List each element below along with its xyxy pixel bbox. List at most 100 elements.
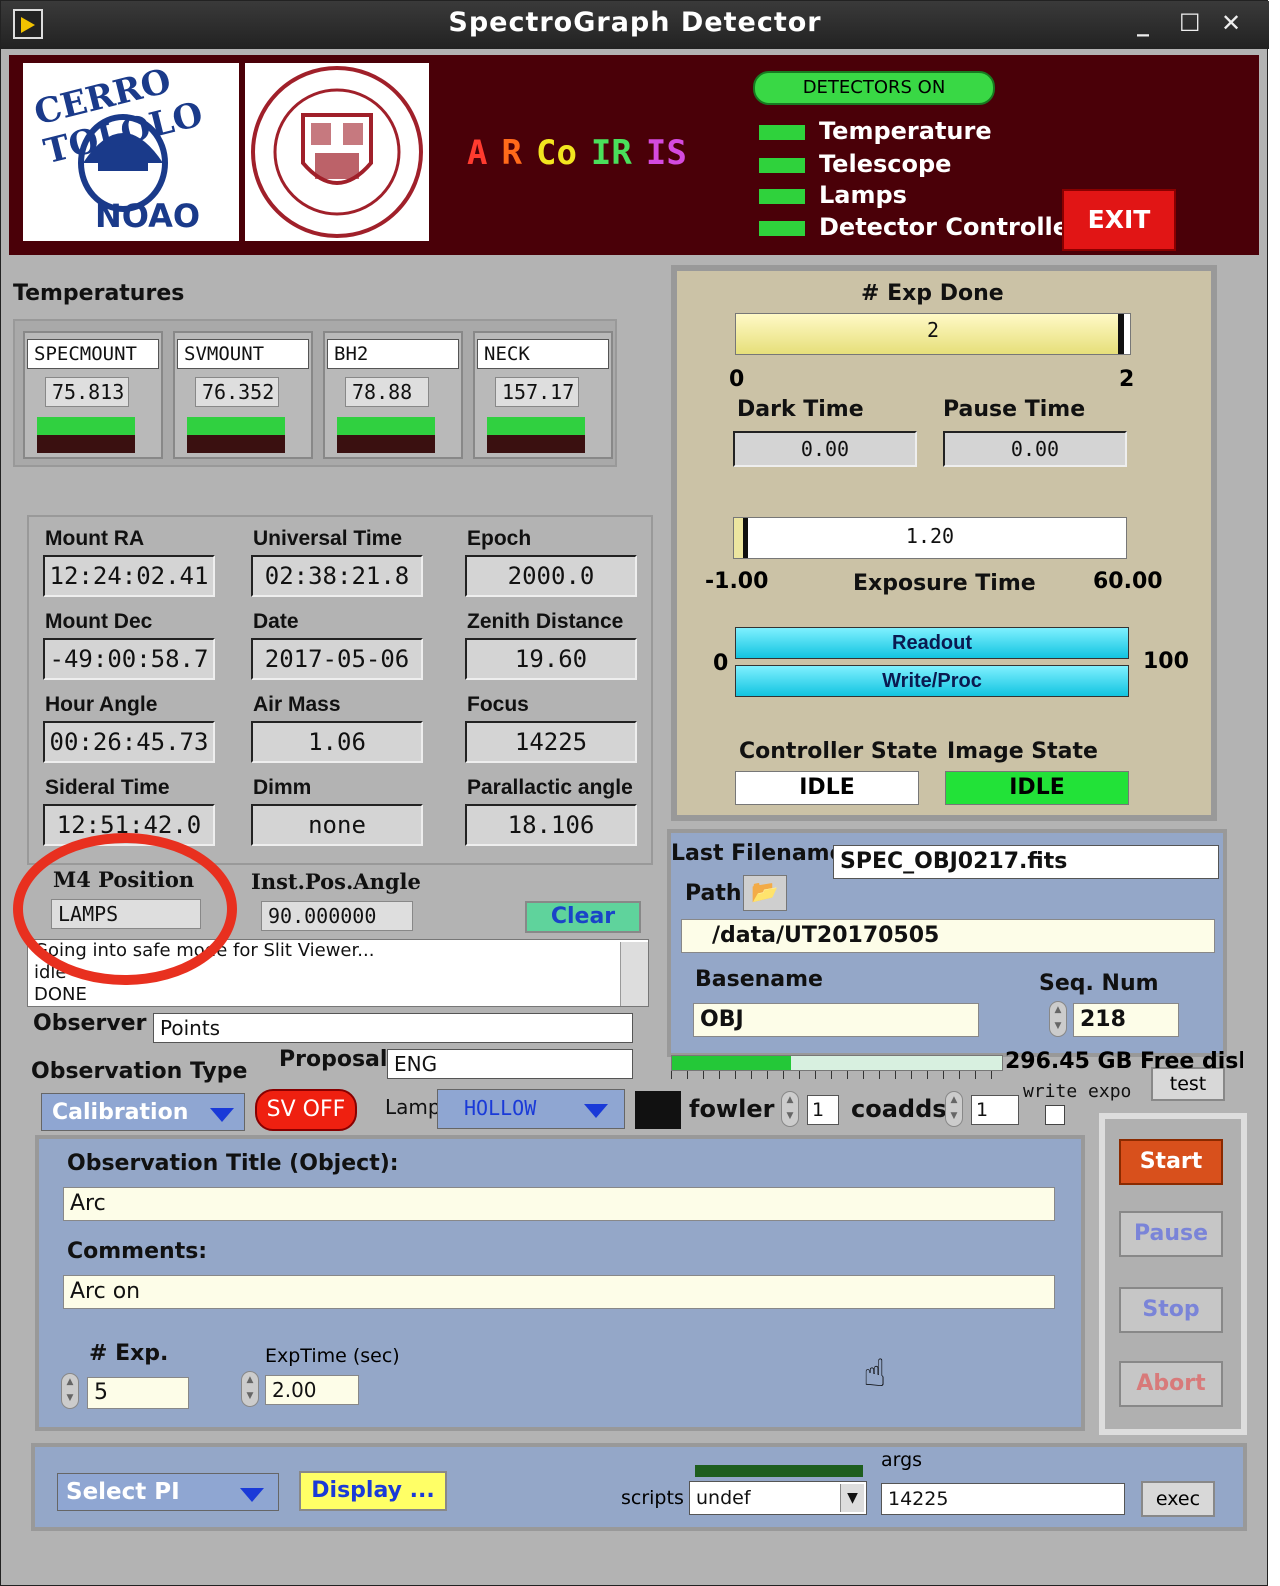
telemetry-value: 00:26:45.73 <box>43 721 215 763</box>
coadds-input[interactable]: 1 <box>971 1095 1019 1125</box>
disk-ticks <box>671 1071 1003 1079</box>
arcoiris-letter: IS <box>645 133 687 173</box>
num-exp-stepper[interactable]: ▲ ▼ <box>61 1373 79 1409</box>
minimize-button[interactable]: _ <box>1137 9 1149 37</box>
coadds-stepper[interactable]: ▲ ▼ <box>945 1091 963 1127</box>
telemetry-label: Epoch <box>467 527 532 550</box>
ctio-logo: CERRO TOLOLO NOAO <box>23 61 239 241</box>
telemetry-value: 12:24:02.41 <box>43 555 215 597</box>
temp-sensor-value: 157.17 <box>495 377 579 407</box>
lamp-label: Lamp <box>385 1095 441 1119</box>
path-label: Path <box>685 881 742 906</box>
seq-num-stepper[interactable]: ▲ ▼ <box>1049 1001 1067 1037</box>
inst-pos-angle-label: Inst.Pos.Angle <box>251 869 421 894</box>
lamp-select[interactable]: HOLLOW <box>437 1089 625 1129</box>
pause-time-value: 0.00 <box>943 431 1127 467</box>
temp-level-bar <box>37 417 135 435</box>
telemetry-value: 02:38:21.8 <box>251 555 423 597</box>
telemetry-value: 1.06 <box>251 721 423 763</box>
observer-label: Observer <box>33 1011 147 1036</box>
telemetry-value: 2000.0 <box>465 555 637 597</box>
close-button[interactable]: ✕ <box>1221 9 1241 37</box>
exec-button[interactable]: exec <box>1141 1481 1215 1517</box>
start-button[interactable]: Start <box>1119 1139 1223 1185</box>
args-input[interactable]: 14225 <box>881 1483 1125 1515</box>
basename-input[interactable]: OBJ <box>693 1003 979 1037</box>
exit-button[interactable]: EXIT <box>1062 189 1176 251</box>
pause-button[interactable]: Pause <box>1119 1211 1223 1257</box>
noao-logo-text: NOAO <box>95 197 201 235</box>
chevron-down-icon: ▼ <box>840 1484 864 1512</box>
disk-usage-bar <box>671 1055 1003 1071</box>
folder-open-icon[interactable]: 📂 <box>743 875 787 911</box>
maximize-button[interactable]: ☐ <box>1179 9 1201 37</box>
last-filename-value: SPEC_OBJ0217.fits <box>833 845 1219 879</box>
fowler-stepper[interactable]: ▲ ▼ <box>781 1091 799 1127</box>
clear-log-button[interactable]: Clear <box>525 901 641 933</box>
temperatures-title: Temperatures <box>13 281 185 306</box>
hand-cursor-icon: ☝ <box>863 1351 887 1395</box>
detectors-on-indicator: DETECTORS ON <box>753 71 995 105</box>
temp-level-base <box>337 435 435 453</box>
temp-sensor-name: BH2 <box>327 339 459 369</box>
temp-sensor-name: NECK <box>477 339 609 369</box>
coadds-label: coadds <box>851 1095 947 1123</box>
proposal-input[interactable]: ENG <box>387 1049 633 1079</box>
annotation-circle <box>13 833 237 985</box>
observation-type-select[interactable]: Calibration <box>41 1093 245 1131</box>
telemetry-label: Focus <box>467 693 529 716</box>
telemetry-label: Hour Angle <box>45 693 158 716</box>
obs-title-label: Observation Title (Object): <box>67 1151 399 1176</box>
free-disk-label: 296.45 GB Free disk <box>1005 1049 1243 1074</box>
exp-done-label: # Exp Done <box>861 281 1004 306</box>
telemetry-label: Dimm <box>253 776 312 799</box>
display-button[interactable]: Display ... <box>299 1471 447 1511</box>
disk-usage-fill <box>672 1056 791 1070</box>
telemetry-label: Mount Dec <box>45 610 153 633</box>
num-exp-label: # Exp. <box>89 1341 169 1366</box>
seq-num-input[interactable]: 218 <box>1073 1003 1179 1037</box>
telemetry-value: 14225 <box>465 721 637 763</box>
temp-sensor-card: NECK 157.17 <box>473 331 613 459</box>
seq-num-label: Seq. Num <box>1039 971 1159 996</box>
stop-button[interactable]: Stop <box>1119 1287 1223 1333</box>
basename-label: Basename <box>695 967 823 992</box>
abort-button[interactable]: Abort <box>1119 1361 1223 1407</box>
chevron-down-icon <box>210 1108 234 1122</box>
dark-time-label: Dark Time <box>737 397 864 422</box>
readout-max: 100 <box>1143 649 1189 674</box>
log-scrollbar[interactable] <box>620 942 648 1006</box>
pause-time-label: Pause Time <box>943 397 1086 422</box>
controller-state-label: Controller State <box>739 739 938 764</box>
scripts-select[interactable]: undef ▼ <box>689 1481 867 1515</box>
led-icon <box>759 124 805 140</box>
log-line: DONE <box>34 984 87 1005</box>
num-exp-input[interactable]: 5 <box>87 1377 189 1409</box>
exp-done-value: 2 <box>926 318 940 342</box>
temp-sensor-value: 78.88 <box>345 377 429 407</box>
exptime-stepper[interactable]: ▲ ▼ <box>241 1371 259 1407</box>
script-status-bar <box>695 1465 863 1477</box>
fowler-input[interactable]: 1 <box>807 1095 839 1125</box>
exp-done-min: 0 <box>729 367 745 392</box>
scripts-label: scripts <box>621 1487 684 1509</box>
chevron-down-icon <box>240 1488 264 1502</box>
exposure-time-max: 60.00 <box>1093 569 1163 594</box>
select-pi-dropdown[interactable]: Select PI <box>57 1473 279 1511</box>
path-value[interactable]: /data/UT20170505 <box>681 919 1215 953</box>
obs-title-input[interactable]: Arc <box>63 1187 1055 1221</box>
comments-input[interactable]: Arc on <box>63 1275 1055 1309</box>
telemetry-label: Sideral Time <box>45 776 170 799</box>
temp-level-bar <box>337 417 435 435</box>
sv-off-toggle[interactable]: SV OFF <box>255 1089 357 1131</box>
observer-input[interactable]: Points <box>153 1013 633 1043</box>
telemetry-label: Parallactic angle <box>467 776 633 799</box>
telemetry-value: 18.106 <box>465 804 637 846</box>
telemetry-value: 2017-05-06 <box>251 638 423 680</box>
arcoiris-letter: Co <box>535 133 577 173</box>
exptime-input[interactable]: 2.00 <box>265 1375 359 1405</box>
write-expo-checkbox[interactable] <box>1045 1105 1065 1125</box>
image-state-value: IDLE <box>945 771 1129 805</box>
temp-level-bar <box>187 417 285 435</box>
temp-sensor-value: 75.813 <box>45 377 129 407</box>
